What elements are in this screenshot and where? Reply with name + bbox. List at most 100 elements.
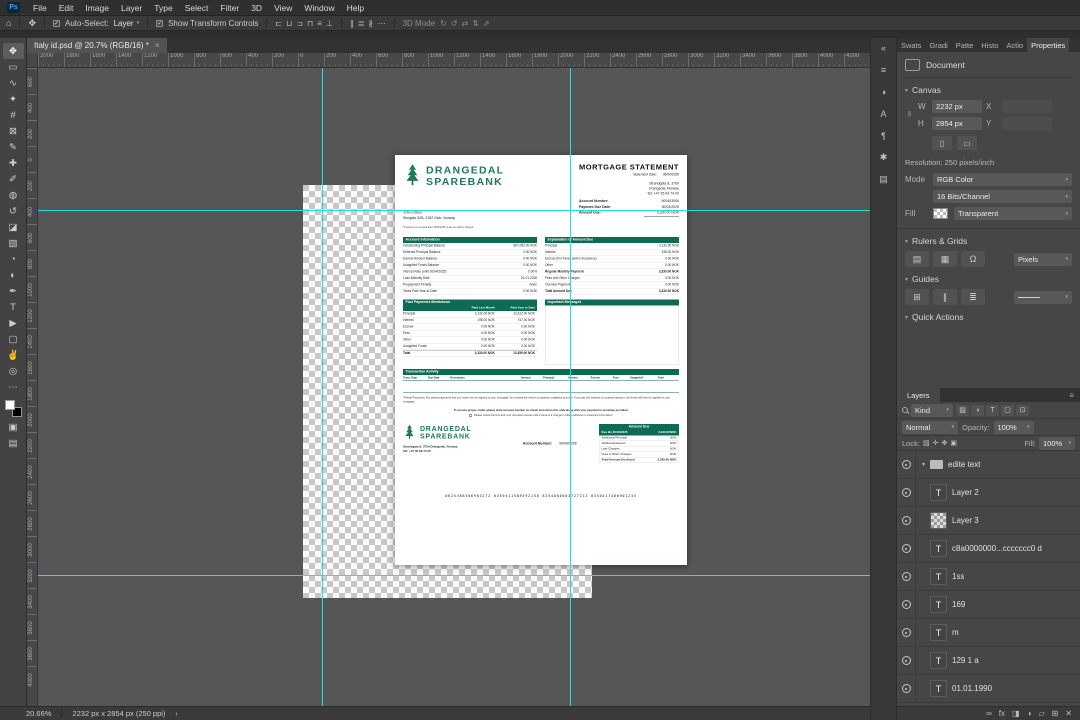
more-options-icon[interactable]: ⋯ bbox=[378, 19, 386, 28]
3d-rotate-icon[interactable]: ↻ bbox=[440, 19, 447, 28]
blur-tool[interactable]: ◔ bbox=[3, 251, 24, 267]
3d-slide-icon[interactable]: ⇅ bbox=[472, 19, 479, 28]
visibility-toggle[interactable] bbox=[897, 647, 916, 674]
glyphs-panel-icon[interactable]: ✱ bbox=[875, 150, 893, 165]
lock-all-icon[interactable]: ▣ bbox=[950, 439, 957, 447]
crop-tool[interactable]: # bbox=[3, 107, 24, 123]
guide-style-dropdown[interactable]: ▾ bbox=[1014, 290, 1072, 304]
tab-actions[interactable]: Actio bbox=[1002, 38, 1027, 52]
quick-actions-section-header[interactable]: ▾ Quick Actions bbox=[905, 312, 1072, 322]
healing-brush-tool[interactable]: ✚ bbox=[3, 155, 24, 171]
delete-layer-icon[interactable]: ✕ bbox=[1065, 709, 1072, 718]
tab-gradients[interactable]: Gradi bbox=[925, 38, 951, 52]
layer-row[interactable]: ▾ T 169 bbox=[897, 591, 1080, 619]
filter-shape-layers-icon[interactable]: ▢ bbox=[1001, 404, 1014, 416]
visibility-toggle[interactable] bbox=[897, 451, 916, 478]
rulers-grids-section-header[interactable]: ▾ Rulers & Grids bbox=[905, 236, 1072, 246]
width-field[interactable]: 2232 px bbox=[932, 100, 982, 113]
quick-selection-tool[interactable]: ✦ bbox=[3, 91, 24, 107]
show-transform-controls-checkbox[interactable]: ✓ bbox=[156, 19, 164, 27]
dodge-tool[interactable]: ◐ bbox=[3, 267, 24, 283]
3d-scale-icon[interactable]: ⇗ bbox=[483, 19, 490, 28]
menu-file[interactable]: File bbox=[27, 0, 53, 16]
visibility-toggle[interactable] bbox=[897, 507, 916, 534]
link-layers-icon[interactable]: ∞ bbox=[986, 709, 992, 718]
vertical-guide[interactable] bbox=[570, 68, 571, 706]
lock-position-icon[interactable]: ✥ bbox=[941, 439, 947, 447]
vertical-guide[interactable] bbox=[322, 68, 323, 706]
ruler-icon[interactable]: ▤ bbox=[905, 251, 929, 267]
clear-guides-icon[interactable]: ≣ bbox=[961, 289, 985, 305]
align-left-icon[interactable]: ⊏ bbox=[275, 19, 282, 28]
fill-swatch[interactable] bbox=[933, 208, 948, 219]
eyedropper-tool[interactable]: ✎ bbox=[3, 139, 24, 155]
filter-kind-dropdown[interactable]: Kind ▾ bbox=[911, 403, 953, 417]
pen-tool[interactable]: ✒ bbox=[3, 283, 24, 299]
grid-icon[interactable]: ▦ bbox=[933, 251, 957, 267]
layer-row[interactable]: ▾ T 1ss bbox=[897, 563, 1080, 591]
align-bottom-icon[interactable]: ⊥ bbox=[326, 19, 333, 28]
horizontal-guide[interactable] bbox=[38, 210, 870, 211]
fill-dropdown[interactable]: Transparent ▾ bbox=[954, 207, 1072, 220]
fill-opacity-dropdown[interactable]: 100% ▾ bbox=[1039, 436, 1075, 450]
distribute-horizontal-icon[interactable]: ∥ bbox=[350, 19, 354, 28]
paragraph-panel-icon[interactable]: ¶ bbox=[875, 128, 893, 143]
color-mode-dropdown[interactable]: RGB Color ▾ bbox=[933, 173, 1072, 186]
visibility-toggle[interactable] bbox=[897, 563, 916, 590]
height-field[interactable]: 2854 px bbox=[932, 117, 982, 130]
gradient-tool[interactable]: ▧ bbox=[3, 235, 24, 251]
layer-row[interactable]: ▾ T Layer 2 bbox=[897, 479, 1080, 507]
menu-view[interactable]: View bbox=[268, 0, 298, 16]
new-layer-icon[interactable]: ⊞ bbox=[1052, 709, 1059, 718]
visibility-toggle[interactable] bbox=[897, 535, 916, 562]
menu-edit[interactable]: Edit bbox=[53, 0, 80, 16]
layer-effects-icon[interactable]: fx bbox=[999, 709, 1005, 718]
move-tool[interactable]: ✥ bbox=[2, 43, 24, 59]
horizontal-guide[interactable] bbox=[38, 575, 870, 576]
panel-menu-icon[interactable]: ≡ bbox=[1063, 388, 1080, 402]
tab-patterns[interactable]: Patte bbox=[952, 38, 978, 52]
3d-roll-icon[interactable]: ↺ bbox=[451, 19, 458, 28]
zoom-level[interactable]: 20.66% bbox=[26, 709, 51, 718]
adjustments-panel-icon[interactable]: ◑ bbox=[875, 84, 893, 99]
filter-adjustment-layers-icon[interactable]: ◑ bbox=[971, 404, 984, 416]
layer-mask-icon[interactable]: ◨ bbox=[1012, 709, 1020, 718]
layer-row[interactable]: ▾ T 129 1 a bbox=[897, 647, 1080, 675]
filter-pixel-layers-icon[interactable]: ▨ bbox=[956, 404, 969, 416]
bit-depth-dropdown[interactable]: 16 Bits/Channel ▾ bbox=[933, 190, 1072, 203]
landscape-orientation-button[interactable]: ▭ bbox=[957, 136, 977, 150]
edit-toolbar-button[interactable]: ⋯ bbox=[3, 379, 24, 395]
collapse-panels-icon[interactable]: « bbox=[875, 40, 893, 55]
guides-section-header[interactable]: ▾ Guides bbox=[905, 274, 1072, 284]
document-artwork[interactable]: DRANGEDAL SPAREBANK MORTGAGE STATEMENT S… bbox=[395, 155, 687, 565]
portrait-orientation-button[interactable]: ▯ bbox=[932, 136, 952, 150]
snap-icon[interactable]: Ω bbox=[961, 251, 985, 267]
lock-pixels-icon[interactable]: ✛ bbox=[933, 439, 939, 447]
menu-layer[interactable]: Layer bbox=[115, 0, 148, 16]
history-brush-tool[interactable]: ↺ bbox=[3, 203, 24, 219]
units-dropdown[interactable]: Pixels ▾ bbox=[1014, 252, 1072, 266]
properties-panel-icon[interactable]: ≡ bbox=[875, 62, 893, 77]
opacity-dropdown[interactable]: 100% ▾ bbox=[993, 420, 1034, 434]
chevron-down-icon[interactable]: ▾ bbox=[922, 461, 925, 468]
visibility-toggle[interactable] bbox=[897, 591, 916, 618]
align-middle-icon[interactable]: ≡ bbox=[317, 19, 322, 28]
menu-select[interactable]: Select bbox=[179, 0, 215, 16]
visibility-toggle[interactable] bbox=[897, 479, 916, 506]
eraser-tool[interactable]: ◪ bbox=[3, 219, 24, 235]
distribute-spacing-icon[interactable]: ∦ bbox=[369, 19, 373, 28]
close-icon[interactable]: × bbox=[155, 41, 160, 50]
tab-properties[interactable]: Properties bbox=[1027, 38, 1070, 52]
current-tool-icon[interactable]: ✥ bbox=[28, 18, 36, 29]
zoom-tool[interactable]: ◎ bbox=[3, 363, 24, 379]
visibility-toggle[interactable] bbox=[897, 675, 916, 702]
blend-mode-dropdown[interactable]: Normal ▾ bbox=[902, 420, 958, 434]
path-selection-tool[interactable]: ▶ bbox=[3, 315, 24, 331]
tab-swatches[interactable]: Swats bbox=[897, 38, 925, 52]
layer-row[interactable]: ▾ T 01.01.1990 bbox=[897, 675, 1080, 703]
document-tab[interactable]: Italy id.psd @ 20.7% (RGB/16) * × bbox=[27, 38, 167, 53]
vertical-ruler[interactable]: 600 400 200 0 200 400 600 800 1000 1200 1400 1600 18… bbox=[27, 68, 38, 706]
layer-row[interactable]: ▾ T c8a0000000...ccccccc0 d bbox=[897, 535, 1080, 563]
distribute-vertical-icon[interactable]: ≣ bbox=[358, 19, 365, 28]
frame-tool[interactable]: ⊠ bbox=[3, 123, 24, 139]
